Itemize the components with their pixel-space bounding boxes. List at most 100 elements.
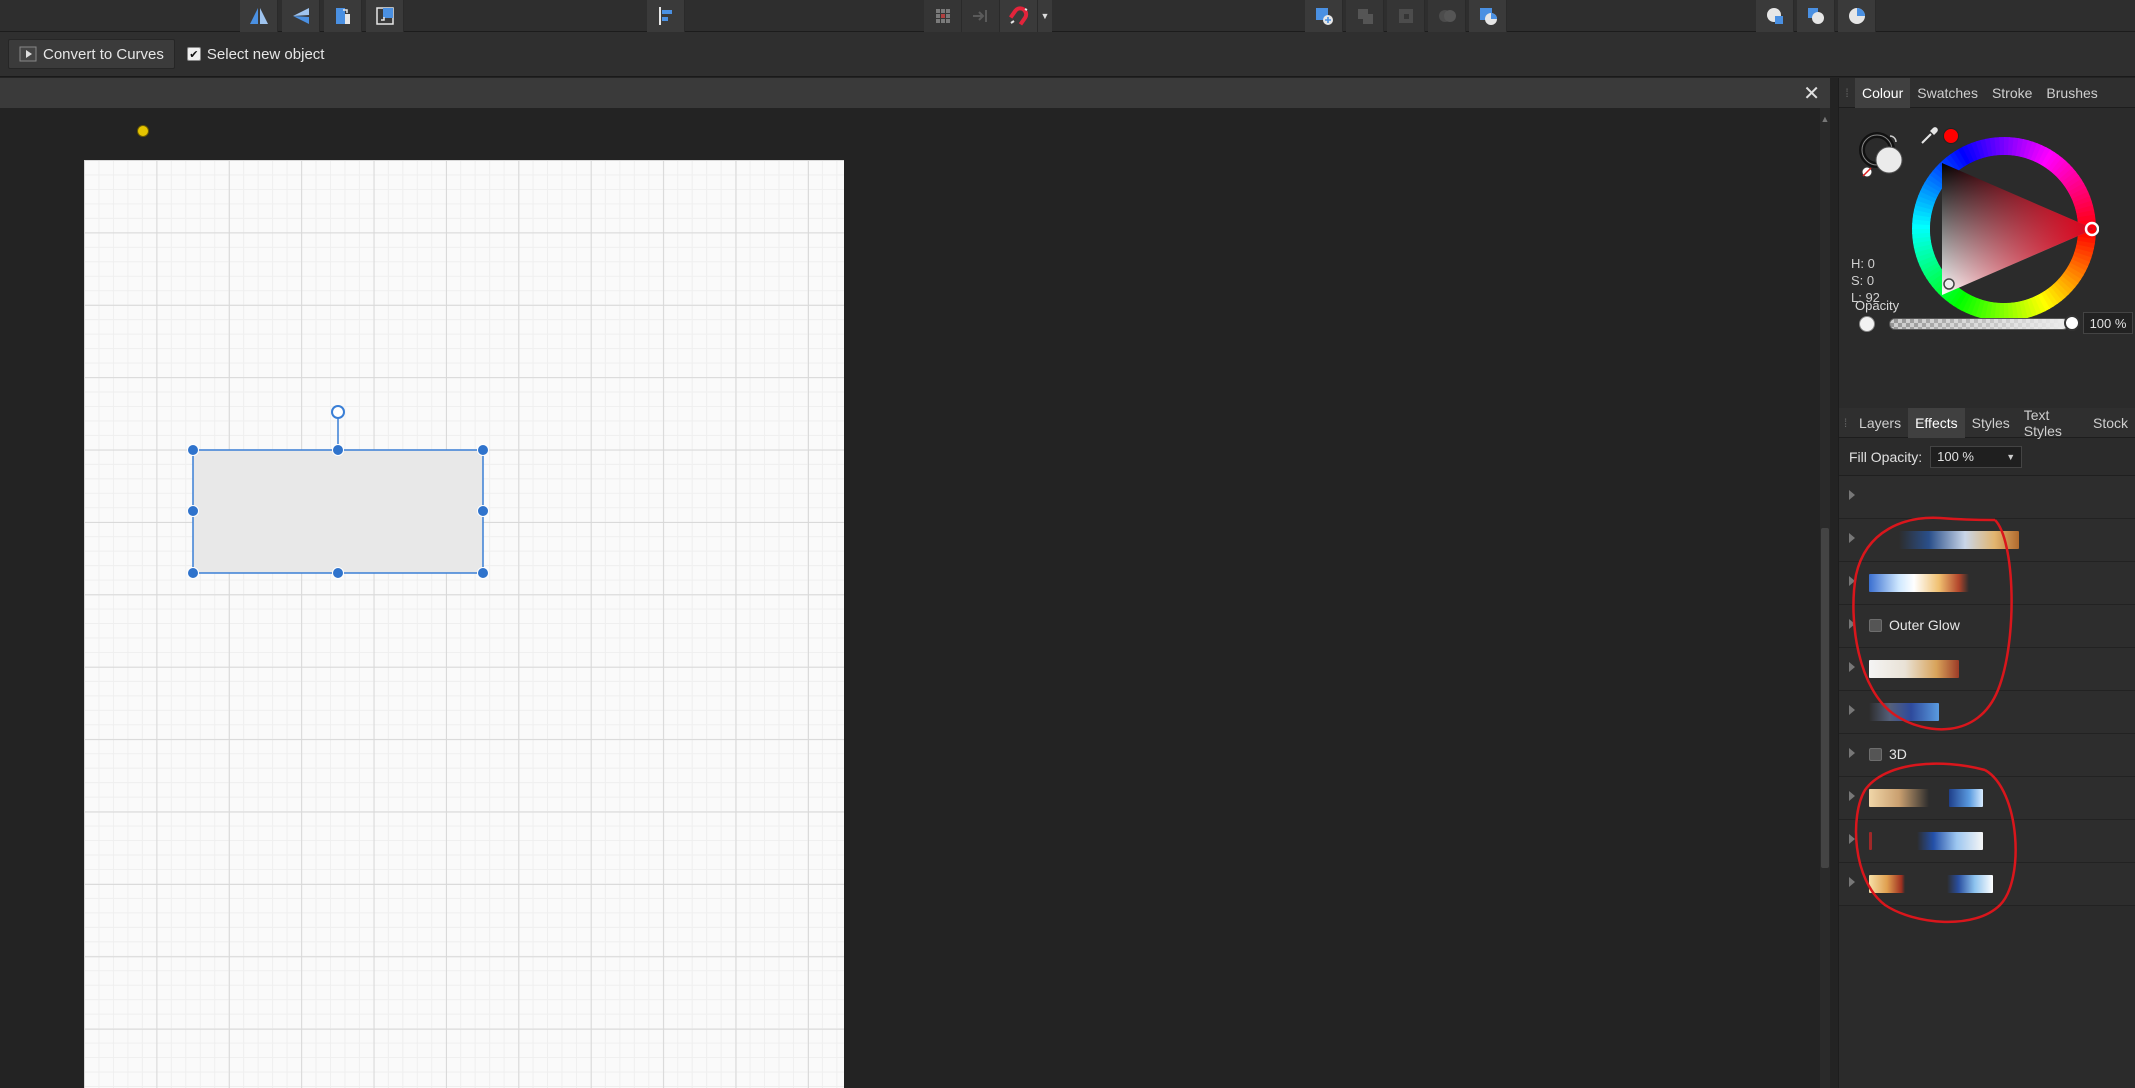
align-left-button[interactable]	[647, 0, 685, 32]
chevron-right-icon[interactable]	[1849, 490, 1855, 500]
resize-handle-bottom-left[interactable]	[187, 567, 199, 579]
resize-handle-top-right[interactable]	[477, 444, 489, 456]
tab-styles[interactable]: Styles	[1965, 408, 2017, 438]
colour-wheel[interactable]	[1909, 134, 2099, 324]
magnet-button[interactable]	[1000, 0, 1038, 32]
effect-row-3d[interactable]: 3D	[1839, 734, 2135, 777]
tab-stock[interactable]: Stock	[2086, 408, 2135, 438]
insert-behind-icon	[1315, 8, 1333, 25]
boolean-divide-button[interactable]	[1469, 0, 1507, 32]
snapping-grid-button[interactable]	[924, 0, 962, 32]
saturation-readout: S: 0	[1851, 273, 1875, 288]
snapping-group: ▼	[924, 0, 1052, 32]
chevron-right-icon[interactable]	[1849, 662, 1855, 672]
effect-row[interactable]	[1839, 863, 2135, 906]
scrollbar-thumb[interactable]	[1821, 528, 1829, 868]
outer-glow-checkbox[interactable]	[1869, 619, 1882, 632]
effect-row[interactable]	[1839, 519, 2135, 562]
arrange-back-button[interactable]	[1797, 0, 1835, 32]
boolean-subtract-icon	[1398, 9, 1413, 23]
scroll-up-icon[interactable]: ▲	[1820, 114, 1830, 124]
3d-checkbox[interactable]	[1869, 748, 1882, 761]
effect-thumbnail	[1869, 574, 1969, 592]
opacity-value-field[interactable]: 100 %	[2083, 312, 2133, 334]
tab-stroke[interactable]: Stroke	[1985, 78, 2039, 108]
rotate-left-button[interactable]	[324, 0, 362, 32]
arrange-front-icon	[1766, 8, 1783, 24]
chevron-right-icon[interactable]	[1849, 834, 1855, 844]
chevron-right-icon[interactable]	[1849, 877, 1855, 887]
effect-row[interactable]	[1839, 777, 2135, 820]
effect-row-outer-glow[interactable]: Outer Glow	[1839, 605, 2135, 648]
arrange-group	[1756, 0, 1876, 32]
boolean-add-button[interactable]	[1346, 0, 1384, 32]
effect-thumbnail	[1899, 531, 2019, 549]
opacity-slider-handle[interactable]	[2064, 315, 2080, 331]
right-panel: ⁞ Colour Swatches Stroke Brushes H: 0 S:…	[1838, 77, 2135, 1088]
rotate-right-button[interactable]	[366, 0, 404, 32]
chevron-right-icon[interactable]	[1849, 533, 1855, 543]
boolean-intersect-button[interactable]	[1428, 0, 1466, 32]
chevron-down-icon: ▼	[1040, 11, 1050, 21]
convert-to-curves-button[interactable]: Convert to Curves	[8, 39, 175, 69]
selected-rectangle[interactable]	[192, 449, 484, 574]
align-group	[647, 0, 685, 32]
snapping-dropdown[interactable]: ▼	[1038, 0, 1052, 32]
chevron-right-icon[interactable]	[1849, 576, 1855, 586]
resize-handle-top[interactable]	[332, 444, 344, 456]
tab-layers[interactable]: Layers	[1852, 408, 1908, 438]
magnet-icon	[1008, 6, 1028, 26]
tab-effects[interactable]: Effects	[1908, 407, 1965, 438]
effects-list: Outer Glow 3D	[1839, 476, 2135, 906]
flip-horizontal-button[interactable]	[240, 0, 278, 32]
chevron-right-icon[interactable]	[1849, 619, 1855, 629]
effect-label: 3D	[1889, 746, 1907, 762]
effect-label: Outer Glow	[1889, 617, 1960, 633]
close-icon[interactable]: ✕	[1803, 81, 1820, 106]
panel-grip-icon[interactable]: ⁞	[1839, 408, 1852, 438]
fill-opacity-value: 100 %	[1937, 449, 1974, 464]
hue-readout: H: 0	[1851, 256, 1875, 271]
tab-swatches[interactable]: Swatches	[1910, 78, 1985, 108]
rotation-handle[interactable]	[331, 405, 345, 419]
effect-row[interactable]	[1839, 691, 2135, 734]
tab-colour[interactable]: Colour	[1855, 77, 1911, 108]
tab-text-styles[interactable]: Text Styles	[2017, 407, 2086, 439]
resize-handle-bottom[interactable]	[332, 567, 344, 579]
select-new-object-checkbox[interactable]: ✔	[186, 47, 201, 61]
fill-stroke-swatch[interactable]	[1857, 130, 1913, 186]
resize-handle-top-left[interactable]	[187, 444, 199, 456]
triangle-handle[interactable]	[1943, 278, 1955, 290]
effects-panel-tabs: ⁞ Layers Effects Styles Text Styles Stoc…	[1839, 407, 2135, 439]
effect-row[interactable]	[1839, 820, 2135, 863]
effect-row[interactable]	[1839, 562, 2135, 605]
opacity-swatch[interactable]	[1859, 316, 1875, 332]
arrange-forward-button[interactable]	[1838, 0, 1876, 32]
boolean-add-icon	[1357, 9, 1373, 24]
boolean-subtract-button[interactable]	[1387, 0, 1425, 32]
panel-grip-icon[interactable]: ⁞	[1839, 78, 1855, 108]
fill-opacity-select[interactable]: 100 % ▼	[1930, 445, 2023, 468]
resize-handle-left[interactable]	[187, 505, 199, 517]
snapping-options-button[interactable]	[962, 0, 1000, 32]
chevron-right-icon[interactable]	[1849, 791, 1855, 801]
resize-handle-bottom-right[interactable]	[477, 567, 489, 579]
chevron-right-icon[interactable]	[1849, 705, 1855, 715]
flip-vertical-button[interactable]	[282, 0, 320, 32]
resize-handle-right[interactable]	[477, 505, 489, 517]
boolean-group	[1305, 0, 1507, 32]
insert-behind-button[interactable]	[1305, 0, 1343, 32]
arrange-front-button[interactable]	[1756, 0, 1794, 32]
chevron-down-icon: ▼	[2006, 451, 2016, 462]
effect-row[interactable]	[1839, 476, 2135, 519]
effect-thumbnail	[1947, 875, 1993, 893]
canvas-area[interactable]	[0, 108, 1820, 1088]
colour-panel-tabs: ⁞ Colour Swatches Stroke Brushes	[1839, 77, 2135, 108]
opacity-slider[interactable]	[1889, 318, 2069, 330]
opacity-label: Opacity	[1855, 298, 1900, 313]
effect-row[interactable]	[1839, 648, 2135, 691]
vertical-scrollbar[interactable]: ▲	[1820, 108, 1830, 1088]
select-new-object-option[interactable]: ✔ Select new object	[186, 46, 324, 63]
chevron-right-icon[interactable]	[1849, 748, 1855, 758]
tab-brushes[interactable]: Brushes	[2039, 78, 2104, 108]
